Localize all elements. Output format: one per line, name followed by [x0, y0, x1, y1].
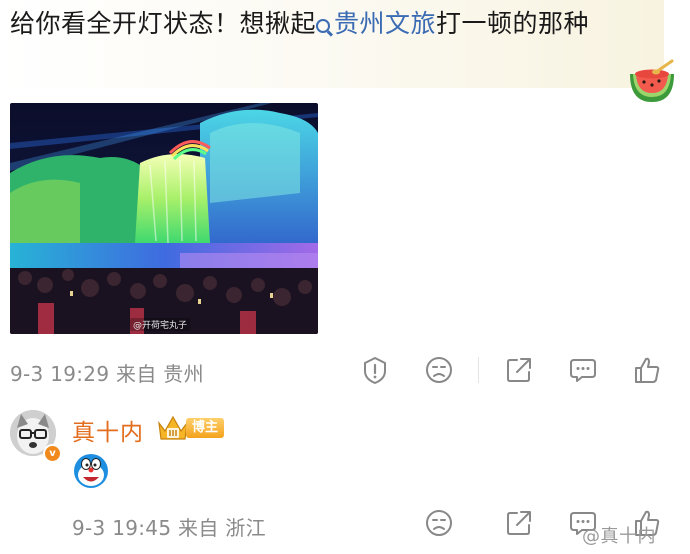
dislike-face-icon: [426, 510, 452, 536]
comment-time: 9-3 19:45: [72, 516, 172, 540]
weibo-post-screen: 给你看全开灯状态！想揪起 贵州文旅打一顿的那种 @开荷宅丸子 9-3 19:29…: [0, 0, 690, 554]
photo-watermark: @开荷宅丸子: [130, 318, 191, 331]
verified-icon: v: [43, 444, 62, 463]
author-badge: 博主: [156, 413, 228, 443]
action-divider: [478, 357, 479, 383]
comment-username[interactable]: 真十内: [72, 413, 144, 447]
post-meta: 9-3 19:29 来自 贵州: [10, 358, 204, 387]
comment-button[interactable]: [568, 355, 598, 385]
comment-icon: [570, 359, 596, 382]
like-icon: [635, 357, 660, 383]
post-text-part: 打一顿的那种: [436, 9, 590, 38]
share-icon: [507, 511, 531, 535]
topic-link[interactable]: 贵州文旅: [316, 9, 436, 38]
comment-source: 来自 浙江: [178, 516, 266, 540]
post-source: 来自 贵州: [116, 362, 204, 386]
doraemon-sticker-icon: [74, 454, 108, 488]
share-button[interactable]: [504, 355, 534, 385]
report-button[interactable]: [360, 355, 390, 385]
post-time: 9-3 19:29: [10, 362, 110, 386]
comment-dislike-button[interactable]: [424, 508, 454, 538]
watermelon-emoji-icon: [630, 59, 674, 102]
dislike-face-icon: [426, 357, 452, 383]
report-icon: [364, 357, 386, 384]
dislike-button[interactable]: [424, 355, 454, 385]
share-icon: [507, 358, 531, 382]
comment-meta: 9-3 19:45 来自 浙江: [72, 512, 266, 541]
post-text-part: 给你看全开灯状态！想揪起: [10, 9, 317, 38]
author-badge-label: 博主: [186, 418, 224, 438]
search-icon: [316, 19, 331, 33]
like-button[interactable]: [632, 355, 662, 385]
crown-icon: [158, 415, 188, 440]
post-text: 给你看全开灯状态！想揪起 贵州文旅打一顿的那种: [10, 6, 630, 42]
comment-share-button[interactable]: [504, 508, 534, 538]
topic-link-label: 贵州文旅: [334, 9, 437, 38]
footer-watermark: @真十内: [582, 526, 656, 547]
post-photo[interactable]: [10, 103, 318, 334]
